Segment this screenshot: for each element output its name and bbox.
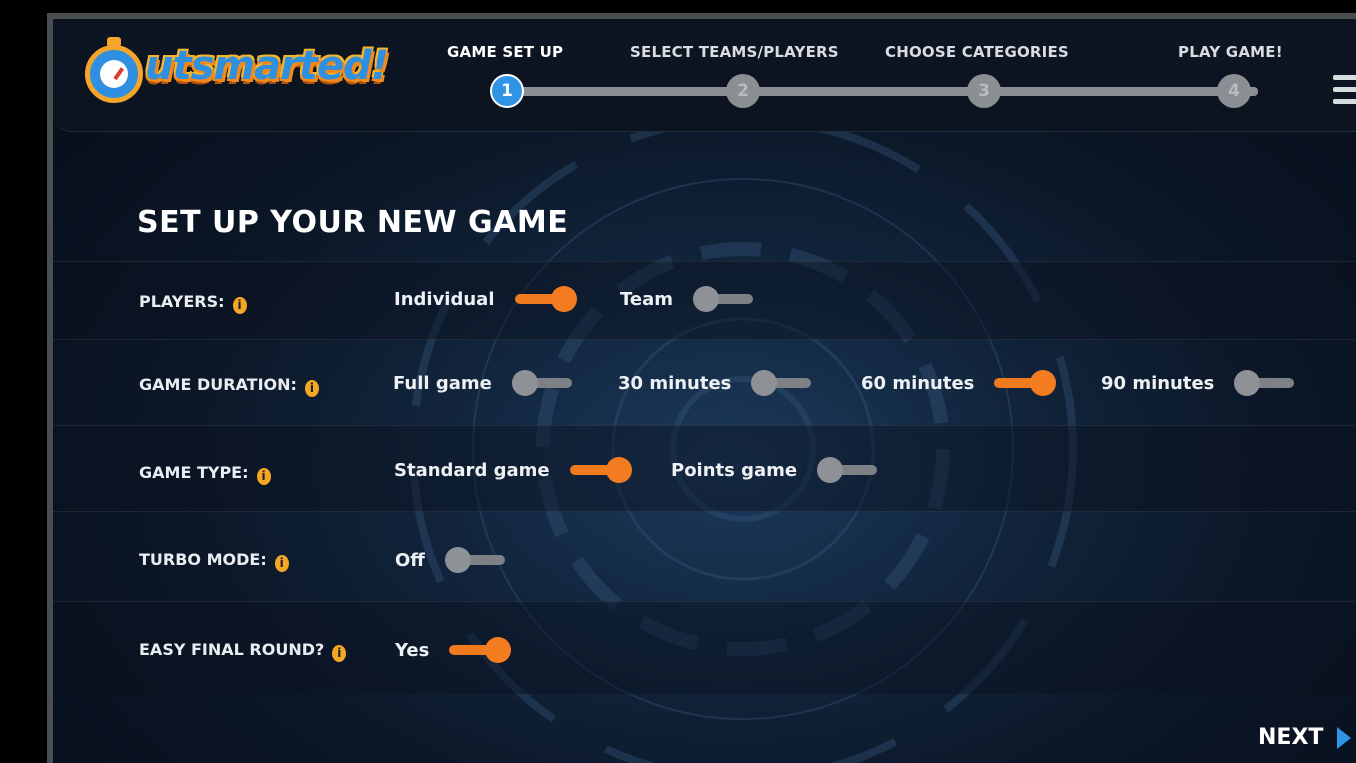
option-30-minutes[interactable]: 30 minutes (618, 370, 815, 396)
stopwatch-icon (85, 45, 143, 103)
step-dot-1[interactable]: 1 (490, 74, 524, 108)
top-header: utsmarted! GAME SET UP SELECT TEAMS/PLAY… (53, 19, 1356, 132)
option-label: Yes (395, 639, 430, 661)
app-frame: utsmarted! GAME SET UP SELECT TEAMS/PLAY… (47, 13, 1356, 763)
toggle-30-minutes[interactable] (751, 370, 815, 396)
option-team[interactable]: Team (620, 286, 757, 312)
easy-final-round-label: EASY FINAL ROUND? i (139, 640, 347, 662)
players-label: PLAYERS: i (139, 292, 247, 314)
toggle-easy-final[interactable] (449, 637, 513, 663)
setting-row-duration: GAME DURATION: i Full game 30 minutes 60 … (53, 339, 1356, 426)
turbo-mode-label: TURBO MODE: i (139, 550, 289, 572)
option-standard-game[interactable]: Standard game (394, 457, 634, 483)
info-icon[interactable]: i (332, 645, 347, 662)
option-individual[interactable]: Individual (394, 286, 579, 312)
option-90-minutes[interactable]: 90 minutes (1101, 370, 1298, 396)
setting-row-players: PLAYERS: i Individual Team (53, 261, 1356, 340)
option-turbo-off[interactable]: Off (395, 547, 509, 573)
step-dot-4[interactable]: 4 (1217, 74, 1251, 108)
step-label-game-set-up: GAME SET UP (447, 43, 564, 61)
option-label: Full game (393, 372, 492, 394)
step-label-choose-categories: CHOOSE CATEGORIES (885, 43, 1069, 61)
info-icon[interactable]: i (256, 468, 271, 485)
game-setup-screen: utsmarted! GAME SET UP SELECT TEAMS/PLAY… (53, 19, 1356, 763)
setting-row-turbo: TURBO MODE: i Off (53, 511, 1356, 602)
step-progress-track (513, 87, 1258, 96)
toggle-full-game[interactable] (511, 370, 576, 396)
play-arrow-icon (1337, 726, 1352, 749)
option-points-game[interactable]: Points game (671, 457, 881, 483)
option-label: Standard game (394, 459, 550, 481)
option-label: 90 minutes (1101, 372, 1215, 394)
next-label: NEXT (1258, 725, 1324, 750)
next-button[interactable]: NEXT (1258, 725, 1352, 750)
step-dot-3[interactable]: 3 (967, 74, 1001, 108)
toggle-standard-game[interactable] (569, 457, 634, 483)
step-label-play-game: PLAY GAME! (1178, 43, 1283, 61)
game-type-label: GAME TYPE: i (139, 463, 271, 485)
option-label: 30 minutes (618, 372, 732, 394)
option-60-minutes[interactable]: 60 minutes (861, 370, 1058, 396)
step-dot-2[interactable]: 2 (726, 74, 760, 108)
outsmarted-logo: utsmarted! (83, 37, 403, 117)
toggle-individual[interactable] (514, 286, 579, 312)
logo-text: utsmarted! (145, 43, 389, 89)
duration-label: GAME DURATION: i (139, 375, 319, 397)
toggle-60-minutes[interactable] (994, 370, 1058, 396)
option-label: Individual (394, 288, 495, 310)
toggle-turbo[interactable] (444, 547, 509, 573)
setting-row-game-type: GAME TYPE: i Standard game Points game (53, 425, 1356, 512)
toggle-points-game[interactable] (817, 457, 881, 483)
step-label-select-teams: SELECT TEAMS/PLAYERS (630, 43, 839, 61)
setting-row-easy-final: EASY FINAL ROUND? i Yes (53, 601, 1356, 694)
hamburger-menu-icon[interactable] (1333, 75, 1356, 109)
option-label: Team (620, 288, 673, 310)
option-label: Off (395, 549, 425, 571)
toggle-team[interactable] (693, 286, 757, 312)
option-label: Points game (671, 459, 798, 481)
info-icon[interactable]: i (304, 380, 319, 397)
info-icon[interactable]: i (274, 555, 289, 572)
toggle-90-minutes[interactable] (1234, 370, 1298, 396)
info-icon[interactable]: i (232, 297, 247, 314)
option-full-game[interactable]: Full game (393, 370, 576, 396)
option-label: 60 minutes (861, 372, 975, 394)
page-title: SET UP YOUR NEW GAME (137, 205, 569, 240)
option-easy-final-yes[interactable]: Yes (395, 637, 513, 663)
